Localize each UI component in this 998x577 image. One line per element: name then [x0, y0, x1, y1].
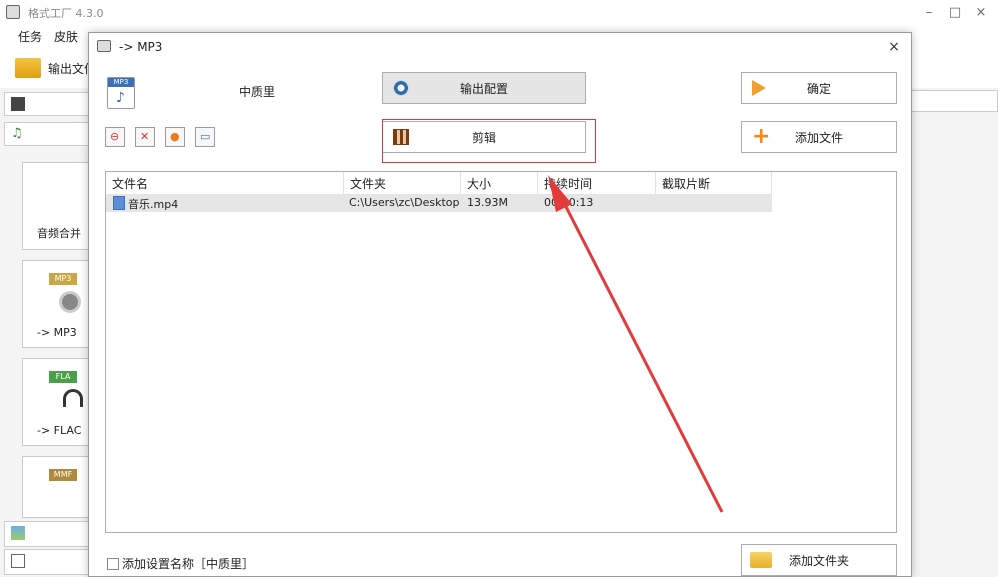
- document-icon: [11, 554, 25, 568]
- add-setting-name-checkbox[interactable]: [107, 557, 119, 570]
- speaker-icon: [59, 291, 81, 313]
- to-mmf-card[interactable]: MMF: [22, 456, 92, 518]
- file-folder: C:\Users\zc\Desktop: [349, 196, 460, 209]
- folder-add-icon: [750, 552, 772, 568]
- menu-item-skin[interactable]: 皮肤: [54, 28, 78, 45]
- column-size[interactable]: 大小: [461, 172, 538, 194]
- output-config-label: 输出配置: [459, 81, 508, 96]
- quality-label: 中质里: [239, 85, 276, 99]
- close-button[interactable]: ×: [970, 3, 992, 23]
- music-note-icon: ♪: [116, 90, 125, 106]
- config-gear-icon: [393, 80, 409, 96]
- audio-file-icon: [113, 196, 125, 210]
- picture-icon: [11, 526, 25, 540]
- remove-icon: ⊖: [110, 130, 120, 143]
- add-file-button[interactable]: + 添加文件: [741, 121, 897, 153]
- file-list[interactable]: 文件名 文件夹 大小 持续时间 截取片断 音乐.mp4 C:\Users\zc\…: [105, 171, 897, 533]
- file-duration: 00:00:13: [544, 196, 594, 209]
- mp3-file-icon: MP3 ♪: [107, 77, 135, 109]
- column-filename[interactable]: 文件名: [106, 172, 344, 194]
- file-list-header: 文件名 文件夹 大小 持续时间 截取片断: [106, 172, 896, 194]
- app-icon: [6, 5, 20, 19]
- to-flac-card[interactable]: FLA -> FLAC: [22, 358, 92, 446]
- document-category-row[interactable]: [4, 549, 90, 575]
- minimize-button[interactable]: –: [918, 3, 940, 23]
- to-mp3-label: -> MP3: [37, 326, 77, 339]
- video-category-row[interactable]: [4, 92, 90, 116]
- maximize-button[interactable]: □: [944, 3, 966, 23]
- headphones-icon: [63, 389, 83, 407]
- menu-item-task[interactable]: 任务: [18, 28, 42, 45]
- audio-category-row[interactable]: ♫: [4, 122, 90, 146]
- film-scissors-icon: [393, 129, 409, 145]
- music-note-icon: ♫: [11, 126, 23, 141]
- file-name: 音乐.mp4: [128, 198, 179, 211]
- folder-icon[interactable]: [15, 58, 41, 78]
- to-flac-label: -> FLAC: [37, 424, 82, 437]
- dialog-title-bar: -> MP3 ×: [89, 33, 911, 61]
- output-config-button[interactable]: 输出配置: [382, 72, 586, 104]
- main-title-bar: 格式工厂 4.3.0 – □ ×: [0, 0, 998, 26]
- add-setting-name-option[interactable]: 添加设置名称［中质里］: [107, 555, 254, 572]
- ok-button[interactable]: 确定: [741, 72, 897, 104]
- delete-icon: ✕: [140, 130, 150, 143]
- play-icon: ●: [170, 130, 180, 143]
- play-button[interactable]: ●: [165, 127, 185, 147]
- column-clip[interactable]: 截取片断: [656, 172, 772, 194]
- audio-merge-label: 音频合并: [37, 227, 81, 240]
- add-setting-name-label: 添加设置名称［中质里］: [122, 557, 255, 571]
- info-window-icon: ▭: [200, 130, 211, 143]
- file-size: 13.93M: [467, 196, 508, 209]
- mp3-dialog: -> MP3 × MP3 ♪ 中质里 输出配置 剪辑 确定 + 添加文件 ⊖ ✕…: [88, 32, 912, 577]
- column-duration[interactable]: 持续时间: [538, 172, 656, 194]
- column-folder[interactable]: 文件夹: [344, 172, 461, 194]
- mp3-tag: MP3: [49, 273, 77, 285]
- film-icon: [11, 97, 25, 111]
- edit-clip-button[interactable]: 剪辑: [382, 121, 586, 153]
- dialog-app-icon: [97, 40, 111, 52]
- media-info-button[interactable]: ▭: [195, 127, 215, 147]
- remove-item-button[interactable]: ⊖: [105, 127, 125, 147]
- clear-list-button[interactable]: ✕: [135, 127, 155, 147]
- to-mp3-card[interactable]: MP3 -> MP3: [22, 260, 92, 348]
- edit-clip-label: 剪辑: [471, 130, 496, 145]
- image-category-row[interactable]: [4, 521, 90, 547]
- dialog-close-button[interactable]: ×: [885, 38, 903, 56]
- mmf-tag: MMF: [49, 469, 77, 481]
- mp3-file-icon-tag: MP3: [108, 78, 134, 87]
- arrow-right-icon: [752, 80, 766, 96]
- flac-tag: FLA: [49, 371, 77, 383]
- dialog-title: -> MP3: [119, 40, 163, 54]
- app-title: 格式工厂 4.3.0: [28, 7, 104, 20]
- audio-merge-card[interactable]: 音频合并: [22, 162, 92, 250]
- add-folder-button[interactable]: 添加文件夹: [741, 544, 897, 576]
- table-row[interactable]: 音乐.mp4 C:\Users\zc\Desktop 13.93M 00:00:…: [106, 194, 772, 212]
- task-list-header: [898, 90, 998, 112]
- plus-icon: +: [752, 124, 771, 149]
